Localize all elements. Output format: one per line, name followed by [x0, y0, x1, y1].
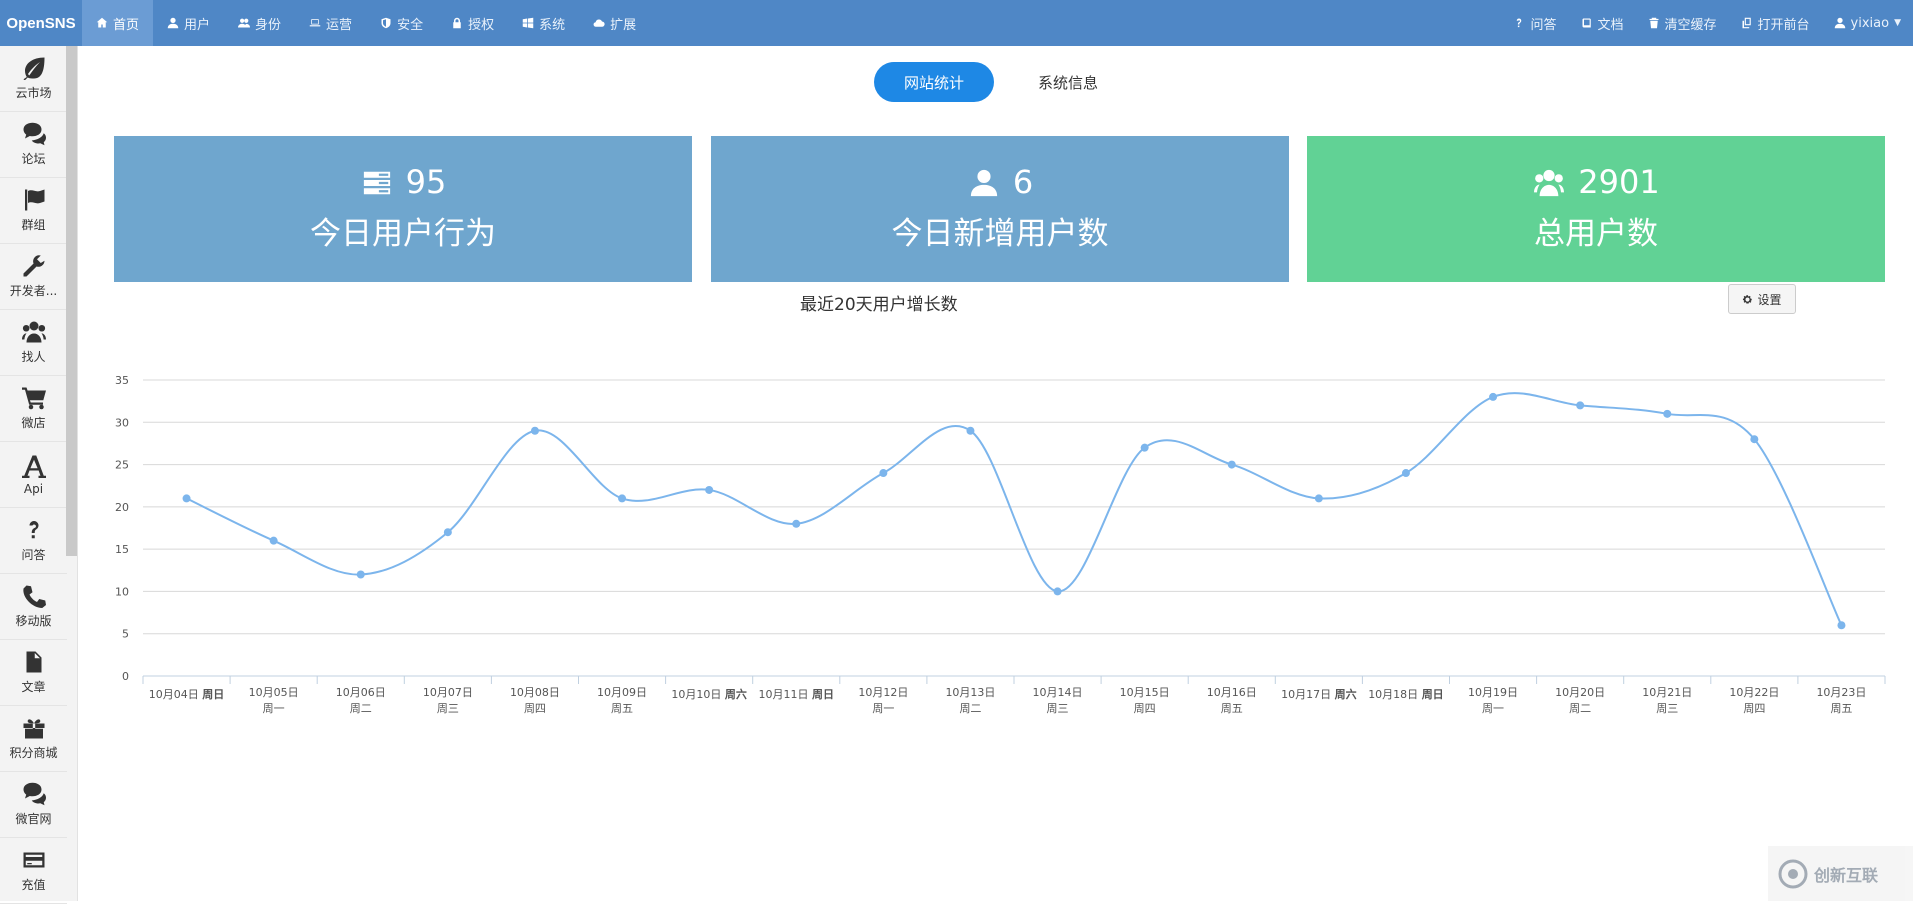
data-point[interactable] [792, 520, 800, 528]
x-tick-weekday: 周三 [437, 702, 459, 715]
data-point[interactable] [1663, 410, 1671, 418]
x-tick-weekday: 周四 [1743, 702, 1765, 715]
x-tick-label: 10月21日 [1642, 686, 1692, 699]
data-point[interactable] [357, 571, 365, 579]
x-tick-weekday: 周五 [1221, 702, 1243, 715]
data-point[interactable] [879, 469, 887, 477]
x-tick-weekday: 周四 [524, 702, 546, 715]
y-tick-label: 20 [115, 501, 129, 514]
data-point[interactable] [270, 537, 278, 545]
x-tick-label: 10月10日 周六 [671, 687, 747, 701]
x-tick-weekday: 周五 [1830, 702, 1852, 715]
x-tick-label: 10月05日 [249, 686, 299, 699]
data-point[interactable] [183, 494, 191, 502]
x-tick-label: 10月07日 [423, 686, 473, 699]
x-tick-label: 10月06日 [336, 686, 386, 699]
x-tick-label: 10月08日 [510, 686, 560, 699]
x-tick-label: 10月17日 周六 [1281, 687, 1357, 701]
data-point[interactable] [1141, 444, 1149, 452]
x-tick-label: 10月20日 [1555, 686, 1605, 699]
x-tick-label: 10月11日 周日 [759, 688, 835, 701]
y-tick-label: 15 [115, 543, 129, 556]
data-point[interactable] [1489, 393, 1497, 401]
y-tick-label: 35 [115, 374, 129, 387]
x-tick-label: 10月14日 [1033, 686, 1083, 699]
watermark-logo-icon [1778, 859, 1808, 889]
x-tick-label: 10月19日 [1468, 686, 1518, 699]
x-tick-weekday: 周一 [1482, 702, 1504, 715]
x-tick-weekday: 周二 [959, 702, 981, 715]
x-tick-label: 10月13日 [945, 686, 995, 699]
data-point[interactable] [1837, 621, 1845, 629]
data-point[interactable] [1576, 401, 1584, 409]
y-tick-label: 0 [122, 670, 129, 683]
x-tick-label: 10月23日 [1816, 686, 1866, 699]
y-tick-label: 25 [115, 459, 129, 472]
data-point[interactable] [618, 494, 626, 502]
x-tick-weekday: 周三 [1656, 702, 1678, 715]
data-point[interactable] [1315, 494, 1323, 502]
data-point[interactable] [444, 528, 452, 536]
x-tick-weekday: 周五 [611, 702, 633, 715]
watermark: 创新互联 [1768, 846, 1913, 901]
x-tick-label: 10月09日 [597, 686, 647, 699]
y-tick-label: 30 [115, 416, 129, 429]
user-growth-chart: 0510152025303510月04日 周日10月05日周一10月06日周二1… [0, 0, 1913, 901]
x-tick-label: 10月16日 [1207, 686, 1257, 699]
y-tick-label: 10 [115, 585, 129, 598]
x-tick-label: 10月22日 [1729, 686, 1779, 699]
x-tick-label: 10月12日 [858, 686, 908, 699]
x-tick-weekday: 周二 [350, 702, 372, 715]
x-tick-weekday: 周三 [1047, 702, 1069, 715]
data-point[interactable] [1750, 435, 1758, 443]
x-tick-label: 10月04日 周日 [149, 688, 225, 701]
data-point[interactable] [966, 427, 974, 435]
x-tick-weekday: 周四 [1134, 702, 1156, 715]
y-tick-label: 5 [122, 628, 129, 641]
x-tick-label: 10月18日 周日 [1368, 688, 1444, 701]
data-point[interactable] [1054, 587, 1062, 595]
x-tick-weekday: 周一 [872, 702, 894, 715]
x-tick-label: 10月15日 [1120, 686, 1170, 699]
data-point[interactable] [1228, 461, 1236, 469]
data-point[interactable] [531, 427, 539, 435]
watermark-text: 创新互联 [1814, 862, 1878, 886]
data-point[interactable] [705, 486, 713, 494]
x-tick-weekday: 周一 [263, 702, 285, 715]
series-line [187, 393, 1842, 625]
data-point[interactable] [1402, 469, 1410, 477]
x-tick-weekday: 周二 [1569, 702, 1591, 715]
